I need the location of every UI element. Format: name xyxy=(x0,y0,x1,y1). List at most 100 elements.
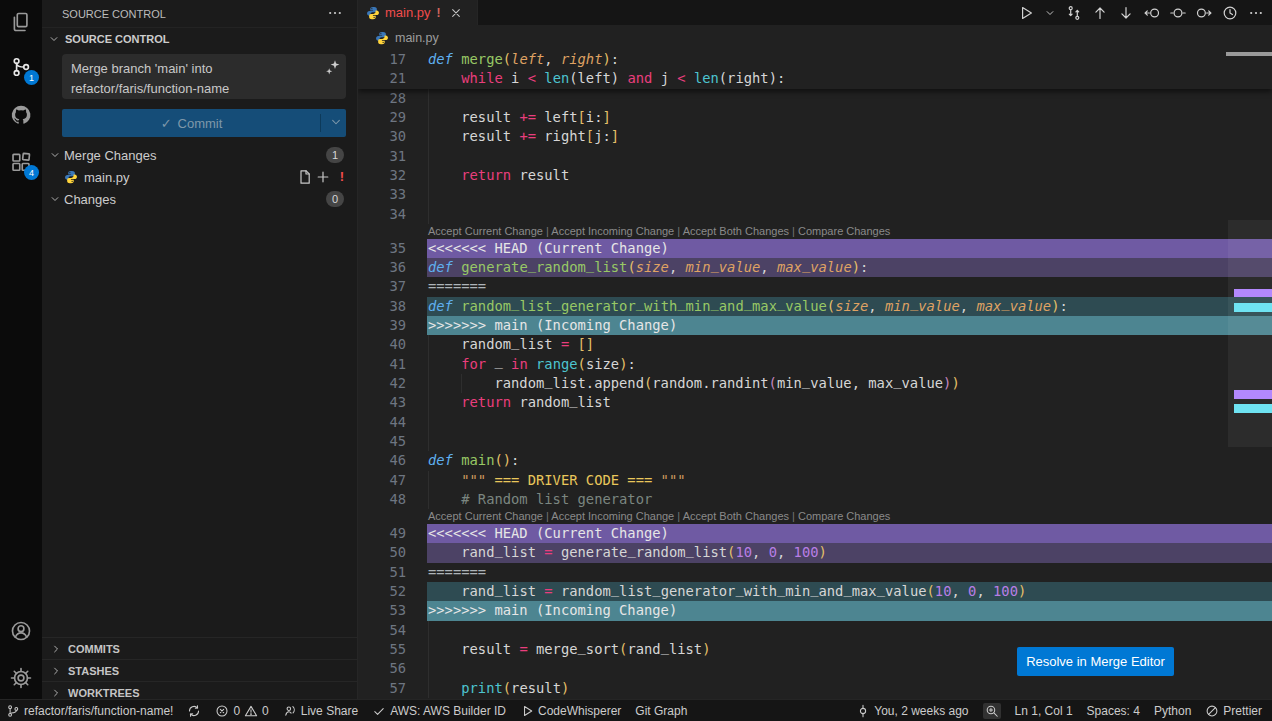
label: Live Share xyxy=(301,704,358,718)
status-language-mode[interactable]: Python xyxy=(1154,704,1191,718)
codelens-accept-current-change[interactable]: Accept Current Change xyxy=(428,225,543,237)
codelens-accept-current-change[interactable]: Accept Current Change xyxy=(428,510,543,522)
close-icon[interactable] xyxy=(449,6,463,20)
code-text[interactable]: return result xyxy=(428,166,569,185)
code-text[interactable]: result = merge_sort(rand_list) xyxy=(428,640,710,659)
section-source-control[interactable]: SOURCE CONTROL xyxy=(42,27,357,50)
scrollbar-thumb[interactable] xyxy=(1226,52,1272,56)
code-line-43: 43 return random_list xyxy=(358,393,1272,412)
activity-bar-item-explorer[interactable] xyxy=(0,7,42,37)
prev-change-button[interactable] xyxy=(1144,5,1160,21)
line-number: 51 xyxy=(358,563,406,582)
code-text[interactable]: ======= xyxy=(428,563,486,582)
section-label: STASHES xyxy=(68,665,119,677)
status-codewhisperer[interactable]: CodeWhisperer xyxy=(520,704,621,718)
code-line-30: 30 result += right[j:] xyxy=(358,127,1272,146)
status-zoom-indicator[interactable] xyxy=(983,703,1001,719)
status-blame-info[interactable]: You, 2 weeks ago xyxy=(856,704,968,718)
code-text[interactable]: rand_list = random_list_generator_with_m… xyxy=(428,582,1026,601)
commit-message-input[interactable]: Merge branch 'main' into refactor/faris/… xyxy=(62,54,346,99)
code-text[interactable]: result += right[j:] xyxy=(428,127,619,146)
current-change-button[interactable] xyxy=(1170,5,1186,21)
tab-main-py[interactable]: main.py ! xyxy=(358,0,478,25)
line-number: 49 xyxy=(358,524,406,543)
code-text[interactable]: return random_list xyxy=(428,393,611,412)
zoom-icon xyxy=(985,704,999,718)
badge: 1 xyxy=(24,70,39,85)
code-text[interactable]: for _ in range(size): xyxy=(428,355,636,374)
code-text[interactable]: random_list = [] xyxy=(428,335,594,354)
codelens-accept-incoming-change[interactable]: Accept Incoming Change xyxy=(551,225,674,237)
code-text[interactable]: >>>>>>> main (Incoming Change) xyxy=(428,316,677,335)
separator: | xyxy=(674,225,682,237)
code-text[interactable]: while i < len(left) and j < len(right): xyxy=(428,69,785,88)
code-text[interactable]: def random_list_generator_with_min_and_m… xyxy=(428,297,1068,316)
line-number: 52 xyxy=(358,582,406,601)
open-file-icon[interactable] xyxy=(297,169,313,185)
code-text[interactable]: random_list.append(random.randint(min_va… xyxy=(428,374,960,393)
code-line-47: 47 """ === DRIVER CODE === """ xyxy=(358,471,1272,490)
label: Git Graph xyxy=(635,704,687,718)
run-button[interactable] xyxy=(1018,5,1034,21)
status-indentation[interactable]: Spaces: 4 xyxy=(1087,704,1140,718)
code-text[interactable]: def main(): xyxy=(428,451,519,470)
codelens-compare-changes[interactable]: Compare Changes xyxy=(798,510,890,522)
stage-changes-icon[interactable] xyxy=(315,169,331,185)
run-dropdown[interactable] xyxy=(1044,7,1056,19)
next-change-button[interactable] xyxy=(1196,5,1212,21)
next-conflict-button[interactable] xyxy=(1118,5,1134,21)
code-line-35: 35<<<<<<< HEAD (Current Change) xyxy=(358,239,1272,258)
timeline-button[interactable] xyxy=(1222,5,1238,21)
commit-button[interactable]: ✓ Commit xyxy=(62,109,346,137)
more-actions-button[interactable] xyxy=(1248,5,1264,21)
code-text[interactable]: ======= xyxy=(428,277,486,296)
breadcrumb-item[interactable]: main.py xyxy=(395,31,439,45)
line-number: 41 xyxy=(358,355,406,374)
commit-dropdown[interactable] xyxy=(329,115,343,129)
code-text[interactable]: """ === DRIVER CODE === """ xyxy=(428,471,686,490)
resolve-in-merge-editor-button[interactable]: Resolve in Merge Editor xyxy=(1017,647,1174,676)
status-problems-indicator[interactable]: 00 xyxy=(215,704,268,718)
activity-bar-item-extensions[interactable]: 4 xyxy=(0,147,42,177)
sparkle-icon[interactable] xyxy=(325,59,341,75)
status-branch-indicator[interactable]: refactor/faris/function-name! xyxy=(6,704,173,718)
file-row-main-py[interactable]: main.py ! xyxy=(42,166,357,188)
codelens-accept-both-changes[interactable]: Accept Both Changes xyxy=(683,510,789,522)
group-merge-changes[interactable]: Merge Changes 1 xyxy=(42,144,357,166)
group-changes[interactable]: Changes 0 xyxy=(42,188,357,210)
section-stashes[interactable]: STASHES xyxy=(42,659,357,682)
status-live-share[interactable]: Live Share xyxy=(283,704,358,718)
code-text[interactable]: def generate_random_list(size, min_value… xyxy=(428,258,868,277)
codelens-compare-changes[interactable]: Compare Changes xyxy=(798,225,890,237)
code-text[interactable]: # Random list generator xyxy=(428,490,652,509)
line-number: 44 xyxy=(358,413,406,432)
code-editor[interactable]: 17def merge(left, right):21 while i < le… xyxy=(358,50,1272,699)
activity-bar-item-account[interactable] xyxy=(0,616,42,646)
codelens-accept-both-changes[interactable]: Accept Both Changes xyxy=(683,225,789,237)
code-text[interactable]: def merge(left, right): xyxy=(428,50,619,69)
codelens-accept-incoming-change[interactable]: Accept Incoming Change xyxy=(551,510,674,522)
section-commits[interactable]: COMMITS xyxy=(42,637,357,660)
compare-changes-button[interactable] xyxy=(1066,5,1082,21)
status-git-graph[interactable]: Git Graph xyxy=(635,704,687,718)
commit-icon xyxy=(856,704,870,718)
more-actions-icon[interactable] xyxy=(327,5,343,21)
activity-bar-item-settings[interactable] xyxy=(0,663,42,693)
code-line-38: 38def random_list_generator_with_min_and… xyxy=(358,297,1272,316)
activity-bar-item-source-control[interactable]: 1 xyxy=(0,52,42,82)
group-label: Merge Changes xyxy=(64,148,157,163)
code-text[interactable]: rand_list = generate_random_list(10, 0, … xyxy=(428,543,827,562)
prev-conflict-button[interactable] xyxy=(1092,5,1108,21)
line-number: 32 xyxy=(358,166,406,185)
activity-bar-item-github[interactable] xyxy=(0,100,42,130)
status-sync-button[interactable] xyxy=(187,704,201,718)
breadcrumb[interactable]: main.py xyxy=(358,25,1272,50)
status-aws-builder-id[interactable]: AWS: AWS Builder ID xyxy=(372,704,506,718)
status-prettier[interactable]: Prettier xyxy=(1205,704,1262,718)
code-text[interactable]: >>>>>>> main (Incoming Change) xyxy=(428,601,677,620)
code-text[interactable]: <<<<<<< HEAD (Current Change) xyxy=(428,239,669,258)
status-cursor-position[interactable]: Ln 1, Col 1 xyxy=(1015,704,1073,718)
code-text[interactable]: result += left[i:] xyxy=(428,108,611,127)
code-text[interactable]: print(result) xyxy=(428,679,569,698)
line-number: 28 xyxy=(358,89,406,108)
